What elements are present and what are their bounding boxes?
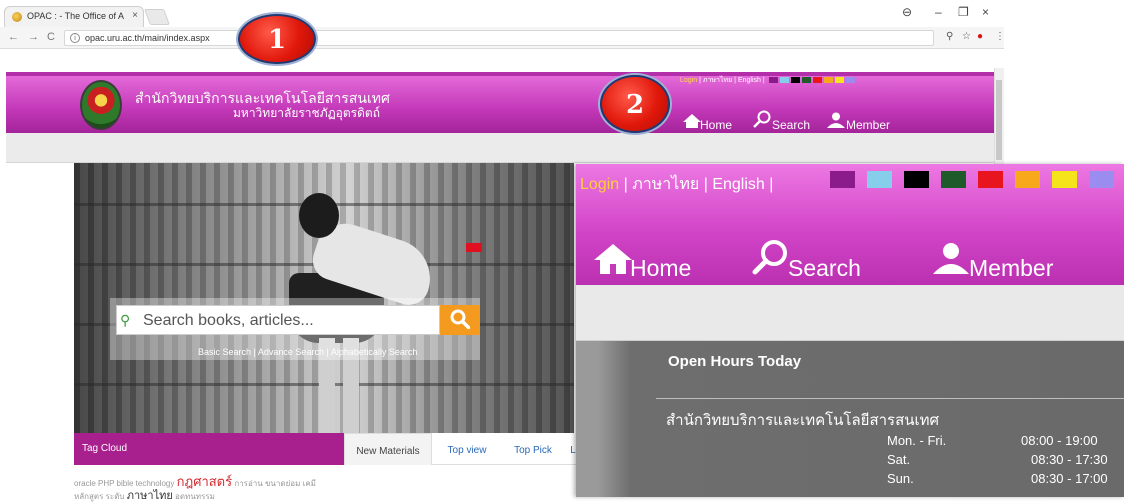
extension-icon[interactable]: ● [977, 31, 983, 42]
zoomed-thai-link[interactable]: ภาษาไทย [632, 176, 699, 193]
open-hours-day: Sun. [887, 471, 914, 486]
tab-top-view[interactable]: Top view [432, 433, 502, 465]
zoomed-login-link[interactable]: Login [580, 176, 619, 193]
menu-icon[interactable]: ⋮ [995, 31, 1005, 42]
zoomed-theme-color-swatch[interactable] [904, 171, 929, 188]
browser-tab-title: OPAC : - The Office of A [27, 11, 125, 21]
header-top-links: Login | ภาษาไทย | English | [680, 75, 855, 86]
zoomed-theme-color-swatch[interactable] [978, 171, 1003, 188]
theme-color-swatch[interactable] [779, 77, 789, 84]
open-hours-time: 08:30 - 17:00 [1031, 471, 1108, 486]
bookmark-star-icon[interactable]: ☆ [962, 31, 971, 42]
thai-language-link[interactable]: ภาษาไทย [703, 77, 732, 84]
home-nav-link[interactable]: Home [700, 118, 732, 132]
open-hours-office: สำนักวิทยบริการและเทคโนโลยีสารสนเทศ [666, 412, 940, 429]
zoom-icon[interactable]: ⚲ [946, 31, 953, 42]
tag-cloud-title: Tag Cloud [74, 433, 344, 465]
zoomed-theme-color-swatch[interactable] [830, 171, 855, 188]
search-button-icon [450, 309, 470, 329]
home-icon[interactable] [683, 114, 701, 128]
open-hours-time: 08:00 - 19:00 [1021, 433, 1098, 448]
theme-color-swatch[interactable] [812, 77, 822, 84]
scrollbar-thumb[interactable] [996, 80, 1002, 160]
zoomed-search-icon[interactable] [752, 239, 788, 275]
zoomed-home-link[interactable]: Home [630, 255, 691, 282]
zoomed-english-link[interactable]: English [712, 176, 764, 193]
tab-new-materials[interactable]: New Materials [344, 433, 432, 465]
open-hours-time: 08:30 - 17:30 [1031, 452, 1108, 467]
site-info-icon[interactable]: i [70, 33, 80, 43]
search-mode-links: Basic Search | Advance Search | Alphabet… [198, 347, 418, 357]
reload-icon[interactable]: C [47, 31, 55, 43]
profile-icon[interactable]: ⊖ [902, 5, 912, 19]
zoomed-top-links: Login | ภาษาไทย | English | [580, 176, 774, 193]
zoomed-member-link[interactable]: Member [969, 255, 1053, 282]
member-nav-link[interactable]: Member [846, 118, 890, 132]
zoomed-theme-color-swatch[interactable] [941, 171, 966, 188]
theme-color-swatch[interactable] [845, 77, 855, 84]
close-tab-icon[interactable]: × [132, 10, 138, 21]
browser-tabstrip: OPAC : - The Office of A × ⊖ – ❐ × [0, 0, 1004, 27]
basic-search-link[interactable]: Basic Search [198, 347, 251, 357]
zoomed-member-icon[interactable] [933, 242, 969, 274]
forward-icon[interactable]: → [28, 31, 39, 43]
tab-top-pick[interactable]: Top Pick [502, 433, 564, 465]
search-nav-link[interactable]: Search [772, 118, 810, 132]
open-hours-title: Open Hours Today [668, 353, 802, 370]
theme-color-swatch[interactable] [801, 77, 811, 84]
zoomed-theme-color-swatch[interactable] [1052, 171, 1077, 188]
theme-color-swatch[interactable] [790, 77, 800, 84]
english-language-link[interactable]: English [738, 77, 761, 84]
university-logo [80, 80, 122, 130]
callout-1: 1 [238, 14, 316, 64]
search-input[interactable] [141, 309, 431, 333]
zoomed-home-icon[interactable] [594, 244, 632, 274]
url-text: opac.uru.ac.th/main/index.aspx [85, 33, 210, 43]
open-hours-day: Sat. [887, 452, 911, 467]
theme-color-swatch[interactable] [834, 77, 844, 84]
zoomed-theme-color-swatch[interactable] [867, 171, 892, 188]
photo-red-book [466, 243, 482, 252]
site-favicon-icon [12, 12, 22, 22]
minimize-icon[interactable]: – [935, 5, 942, 19]
zoomed-gray-band [576, 285, 1124, 341]
search-field-icon: ⚲ [120, 312, 131, 328]
zoomed-search-link[interactable]: Search [788, 255, 861, 282]
content-tabs: New Materials Top view Top Pick L [344, 433, 580, 465]
search-nav-icon[interactable] [753, 110, 771, 128]
address-bar: ← → C i opac.uru.ac.th/main/index.aspx ⚲… [0, 27, 1005, 49]
login-link[interactable]: Login [680, 77, 697, 84]
back-icon[interactable]: ← [8, 31, 19, 43]
url-input[interactable]: i opac.uru.ac.th/main/index.aspx [64, 30, 934, 46]
header-gray-band [6, 133, 994, 163]
close-window-icon[interactable]: × [982, 5, 989, 19]
tag-mid[interactable]: ภาษาไทย [127, 490, 173, 502]
tag-cloud-line2: หลักสูตร ระดับ ภาษาไทย อดทนทรรม [74, 490, 215, 502]
advance-search-link[interactable]: Advance Search [258, 347, 324, 357]
photo-figure-head [299, 193, 339, 238]
site-name-line2: มหาวิทยาลัยราชภัฏอุตรดิตถ์ [233, 106, 380, 120]
zoomed-theme-color-swatch[interactable] [1089, 171, 1114, 188]
callout-2: 2 [600, 75, 670, 133]
zoomed-theme-color-swatch[interactable] [1015, 171, 1040, 188]
member-icon[interactable] [827, 112, 845, 128]
open-hours-divider [656, 398, 1124, 399]
theme-color-swatch[interactable] [823, 77, 833, 84]
new-tab-button[interactable] [144, 9, 170, 25]
theme-color-swatch[interactable] [768, 77, 778, 84]
open-hours-day: Mon. - Fri. [887, 433, 947, 448]
alphabetical-search-link[interactable]: Alphabetically Search [331, 347, 418, 357]
browser-tab[interactable]: OPAC : - The Office of A × [4, 6, 144, 27]
restore-icon[interactable]: ❐ [958, 5, 969, 19]
